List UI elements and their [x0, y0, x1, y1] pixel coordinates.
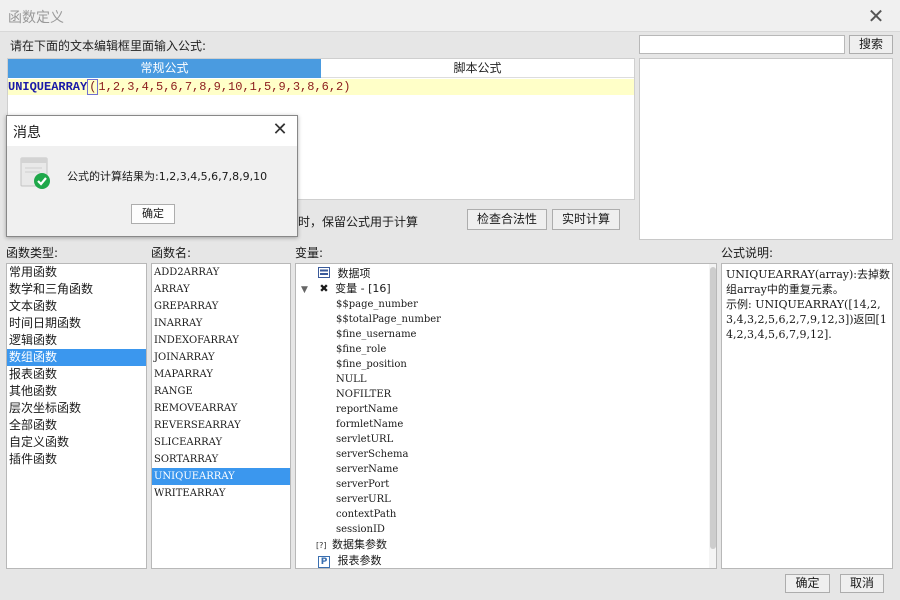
message-title-bar: 消息 ✕: [7, 116, 297, 146]
category-item[interactable]: 自定义函数: [7, 434, 146, 451]
variable-item[interactable]: sessionID: [336, 522, 385, 537]
category-item[interactable]: 层次坐标函数: [7, 400, 146, 417]
function-item[interactable]: REVERSEARRAY: [152, 417, 290, 434]
dataset-param-icon: [?]: [316, 541, 327, 550]
cancel-button[interactable]: 取消: [840, 574, 884, 593]
formula-paren: (: [87, 79, 99, 95]
dataset-params-label: 数据集参数: [332, 538, 387, 551]
function-item[interactable]: GREPARRAY: [152, 298, 290, 315]
message-ok-button[interactable]: 确定: [131, 204, 175, 224]
variable-item[interactable]: $fine_position: [336, 357, 407, 372]
table-icon: [318, 267, 330, 278]
tab-normal-formula[interactable]: 常规公式: [8, 59, 321, 78]
category-item[interactable]: 插件函数: [7, 451, 146, 468]
variable-group-label: 变量 - [16]: [335, 282, 391, 295]
search-button[interactable]: 搜索: [849, 35, 893, 54]
function-item[interactable]: RANGE: [152, 383, 290, 400]
keep-formula-text: 时，保留公式用于计算: [298, 215, 419, 229]
message-close-icon[interactable]: ✕: [269, 119, 291, 141]
window-title: 函数定义: [8, 10, 64, 26]
search-results-pane[interactable]: [639, 58, 893, 240]
function-list[interactable]: ADD2ARRAY ARRAY GREPARRAY INARRAY INDEXOFARR…: [151, 263, 291, 569]
variable-label: 变量:: [295, 246, 324, 260]
variable-item[interactable]: servletURL: [336, 432, 393, 447]
editor-instruction: 请在下面的文本编辑框里面输入公式:: [10, 39, 207, 53]
tab-script-formula[interactable]: 脚本公式: [321, 59, 634, 78]
category-item[interactable]: 全部函数: [7, 417, 146, 434]
message-title: 消息: [13, 125, 41, 141]
category-item[interactable]: 其他函数: [7, 383, 146, 400]
function-item[interactable]: INARRAY: [152, 315, 290, 332]
variable-item[interactable]: serverPort: [336, 477, 389, 492]
variable-item[interactable]: serverSchema: [336, 447, 408, 462]
variable-item[interactable]: formletName: [336, 417, 403, 432]
formula-function-name: UNIQUEARRAY: [8, 80, 88, 94]
formula-line[interactable]: UNIQUEARRAY(1,2,3,4,5,6,7,8,9,10,1,5,9,3…: [8, 79, 634, 95]
ok-button[interactable]: 确定: [785, 574, 830, 593]
tree-node-report-params[interactable]: P 报表参数: [318, 553, 382, 568]
report-param-icon: P: [318, 556, 330, 568]
description-text: UNIQUEARRAY(array):去掉数组array中的重复元素。 示例: …: [726, 268, 890, 341]
tree-node-dataset-params[interactable]: [?] 数据集参数: [316, 537, 387, 552]
expand-arrow-icon[interactable]: ▼: [301, 285, 308, 295]
variable-item[interactable]: NOFILTER: [336, 387, 391, 402]
window-title-bar: 函数定义 ✕: [0, 0, 900, 32]
check-validity-button[interactable]: 检查合法性: [467, 209, 547, 230]
success-check-icon: [20, 157, 50, 189]
variable-item[interactable]: serverURL: [336, 492, 391, 507]
variable-scroll-thumb[interactable]: [710, 267, 716, 549]
function-item[interactable]: REMOVEARRAY: [152, 400, 290, 417]
variable-item[interactable]: NULL: [336, 372, 366, 387]
category-item[interactable]: 报表函数: [7, 366, 146, 383]
variable-item[interactable]: contextPath: [336, 507, 396, 522]
variable-item[interactable]: $$page_number: [336, 297, 418, 312]
function-item[interactable]: MAPARRAY: [152, 366, 290, 383]
variable-item[interactable]: serverName: [336, 462, 398, 477]
variable-item[interactable]: $$totalPage_number: [336, 312, 441, 327]
function-item[interactable]: INDEXOFARRAY: [152, 332, 290, 349]
category-label: 函数类型:: [6, 246, 59, 260]
variable-item[interactable]: $fine_username: [336, 327, 416, 342]
variable-item[interactable]: $fine_role: [336, 342, 386, 357]
description-panel: UNIQUEARRAY(array):去掉数组array中的重复元素。 示例: …: [721, 263, 893, 569]
function-item[interactable]: ADD2ARRAY: [152, 264, 290, 281]
report-params-label: 报表参数: [337, 554, 382, 567]
category-item[interactable]: 文本函数: [7, 298, 146, 315]
realtime-calc-button[interactable]: 实时计算: [552, 209, 620, 230]
message-dialog: 消息 ✕ 公式的计算结果为:1,2,3,4,5,6,7,8,9,10 确定: [6, 115, 298, 237]
category-item[interactable]: 常用函数: [7, 264, 146, 281]
function-item[interactable]: UNIQUEARRAY: [152, 468, 290, 485]
function-label: 函数名:: [151, 246, 192, 260]
category-item[interactable]: 数学和三角函数: [7, 281, 146, 298]
tree-node-data-items[interactable]: 数据项: [318, 266, 371, 281]
description-label: 公式说明:: [721, 246, 774, 260]
category-list[interactable]: 常用函数 数学和三角函数 文本函数 时间日期函数 逻辑函数 数组函数 报表函数 其他函数 层次坐…: [6, 263, 147, 569]
tree-node-variables[interactable]: ▼ ✖ 变量 - [16]: [301, 281, 391, 296]
data-items-label: 数据项: [337, 267, 371, 280]
category-item[interactable]: 逻辑函数: [7, 332, 146, 349]
function-item[interactable]: JOINARRAY: [152, 349, 290, 366]
search-input[interactable]: [639, 35, 845, 54]
variable-item[interactable]: reportName: [336, 402, 398, 417]
function-item[interactable]: ARRAY: [152, 281, 290, 298]
category-item[interactable]: 数组函数: [7, 349, 146, 366]
variable-group-icon: ✖: [319, 282, 329, 295]
function-item[interactable]: WRITEARRAY: [152, 485, 290, 502]
formula-arguments: 1,2,3,4,5,6,7,8,9,10,1,5,9,3,8,6,2): [98, 80, 351, 94]
variable-tree[interactable]: 数据项 ▼ ✖ 变量 - [16] $$page_number $$totalPa…: [295, 263, 717, 569]
message-text: 公式的计算结果为:1,2,3,4,5,6,7,8,9,10: [67, 170, 268, 183]
category-item[interactable]: 时间日期函数: [7, 315, 146, 332]
window-close-icon[interactable]: ✕: [866, 6, 886, 26]
function-item[interactable]: SLICEARRAY: [152, 434, 290, 451]
function-item[interactable]: SORTARRAY: [152, 451, 290, 468]
